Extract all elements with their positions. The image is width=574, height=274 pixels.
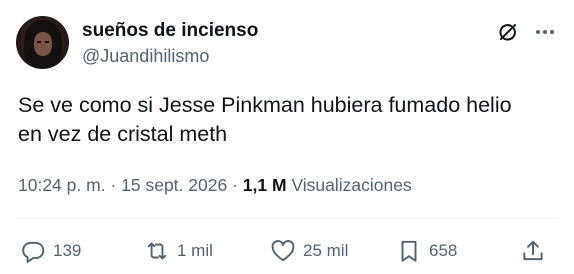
reply-button[interactable]: 139 [20,236,81,266]
more-options-icon[interactable] [533,20,557,44]
bookmark-count: 658 [429,241,458,260]
author-display-name[interactable]: sueños de incienso [82,20,258,42]
repost-button[interactable]: 1 mil [144,236,213,266]
tweet-date[interactable]: 15 sept. 2026 [121,175,227,195]
like-count: 25 mil [303,241,349,260]
tweet-time[interactable]: 10:24 p. m. [18,175,106,195]
like-button[interactable]: 25 mil [270,236,348,266]
author-handle[interactable]: @Juandihilismo [82,46,209,67]
tweet-meta: 10:24 p. m. · 15 sept. 2026 · 1,1 M Visu… [18,175,412,196]
repost-icon [147,242,167,260]
reply-icon [22,241,45,263]
repost-count: 1 mil [177,241,213,260]
meta-separator: · [110,175,117,195]
divider [16,218,558,219]
grok-icon[interactable] [496,20,520,44]
reply-count: 139 [53,241,82,260]
bookmark-button[interactable]: 658 [396,236,457,266]
tweet-text: Se ve como si Jesse Pinkman hubiera fuma… [18,91,558,149]
views-label: Visualizaciones [291,175,412,195]
share-icon [523,240,543,261]
heart-icon [271,240,295,262]
tweet-header: sueños de incienso @Juandihilismo [16,15,558,71]
tweet-text-line: Se ve como si Jesse Pinkman hubiera fuma… [18,93,512,117]
meta-separator: · [232,175,238,195]
share-button[interactable] [520,236,546,266]
tweet-text-line: en vez de cristal meth [18,122,228,146]
avatar[interactable] [16,16,69,69]
action-bar: 139 1 mil 25 mil 658 [20,236,556,266]
views-count[interactable]: 1,1 M [243,175,287,195]
bookmark-icon [401,240,417,262]
